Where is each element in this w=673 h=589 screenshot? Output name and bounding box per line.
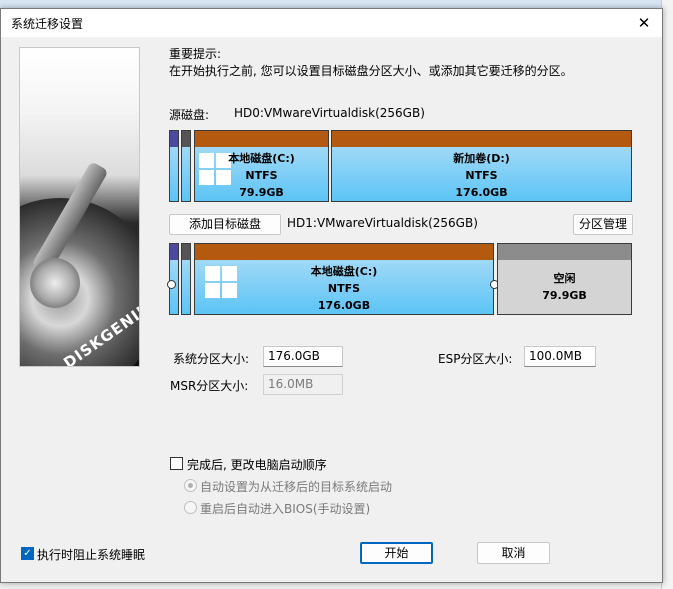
partition-size: 176.0GB xyxy=(455,186,508,199)
disk-illustration: DISKGENIUS xyxy=(19,47,140,367)
resize-handle-left[interactable] xyxy=(167,280,176,289)
partition-fs: NTFS xyxy=(465,169,498,182)
auto-boot-label: 自动设置为从迁移后的目标系统启动 xyxy=(200,480,393,494)
system-size-input[interactable]: 176.0GB xyxy=(263,346,343,367)
partition-name: 本地磁盘(C:) xyxy=(228,152,295,165)
system-migration-dialog: 系统迁移设置 ✕ DISKGENIUS 重要提示: 在开始执行之前, 您可以设置… xyxy=(0,8,663,583)
notice-body: 在开始执行之前, 您可以设置目标磁盘分区大小、或添加其它要迁移的分区。 xyxy=(169,64,573,78)
source-partition-msr[interactable] xyxy=(181,130,191,202)
source-disk-name: HD0:VMwareVirtualdisk(256GB) xyxy=(234,106,425,120)
change-boot-order-label[interactable]: 完成后, 更改电脑启动顺序 xyxy=(187,456,327,473)
partition-name: 新加卷(D:) xyxy=(453,152,510,165)
checkmark-icon: ✓ xyxy=(23,548,32,559)
source-partition-d[interactable]: 新加卷(D:) NTFS 176.0GB xyxy=(331,130,632,202)
source-disk-map: 本地磁盘(C:) NTFS 79.9GB 新加卷(D:) NTFS 176.0G… xyxy=(169,130,632,202)
partition-manage-button[interactable]: 分区管理 xyxy=(573,214,633,235)
partition-fs: NTFS xyxy=(245,169,278,182)
add-target-disk-button[interactable]: 添加目标磁盘 xyxy=(169,214,281,235)
close-icon[interactable]: ✕ xyxy=(632,12,656,34)
bios-boot-label: 重启后自动进入BIOS(手动设置) xyxy=(200,502,371,516)
esp-size-label: ESP分区大小: xyxy=(438,352,513,366)
target-partition-msr[interactable] xyxy=(181,243,191,315)
change-boot-order-checkbox[interactable] xyxy=(170,457,183,470)
partition-fs: NTFS xyxy=(327,282,361,295)
dialog-title: 系统迁移设置 xyxy=(11,17,84,31)
target-disk-map: 本地磁盘(C:) NTFS 176.0GB 空闲 79.9GB xyxy=(167,243,632,315)
start-button[interactable]: 开始 xyxy=(360,542,433,564)
target-partition-sys[interactable] xyxy=(169,243,179,315)
esp-size-input[interactable]: 100.0MB xyxy=(524,346,596,367)
msr-size-label: MSR分区大小: xyxy=(170,379,249,393)
title-bar: 系统迁移设置 ✕ xyxy=(1,9,662,37)
msr-size-input: 16.0MB xyxy=(263,374,343,395)
partition-size: 176.0GB xyxy=(317,299,371,312)
system-size-label: 系统分区大小: xyxy=(173,352,250,366)
partition-size: 79.9GB xyxy=(542,289,587,302)
partition-name: 空闲 xyxy=(553,272,576,285)
bios-boot-radio xyxy=(184,501,197,514)
partition-name: 本地磁盘(C:) xyxy=(310,265,378,278)
auto-boot-radio xyxy=(184,479,197,492)
notice-heading: 重要提示: xyxy=(169,47,222,61)
target-disk-name: HD1:VMwareVirtualdisk(256GB) xyxy=(287,216,478,230)
partition-size: 79.9GB xyxy=(239,186,284,199)
prevent-sleep-label[interactable]: 执行时阻止系统睡眠 xyxy=(37,546,145,563)
source-disk-label: 源磁盘: xyxy=(169,108,210,122)
source-partition-sys[interactable] xyxy=(169,130,179,202)
target-partition-free[interactable]: 空闲 79.9GB xyxy=(497,243,632,315)
target-partition-c[interactable]: 本地磁盘(C:) NTFS 176.0GB xyxy=(194,243,494,315)
source-partition-c[interactable]: 本地磁盘(C:) NTFS 79.9GB xyxy=(194,130,329,202)
cancel-button[interactable]: 取消 xyxy=(477,542,550,564)
disk-hub-art xyxy=(30,258,80,308)
prevent-sleep-checkbox[interactable]: ✓ xyxy=(21,547,34,560)
